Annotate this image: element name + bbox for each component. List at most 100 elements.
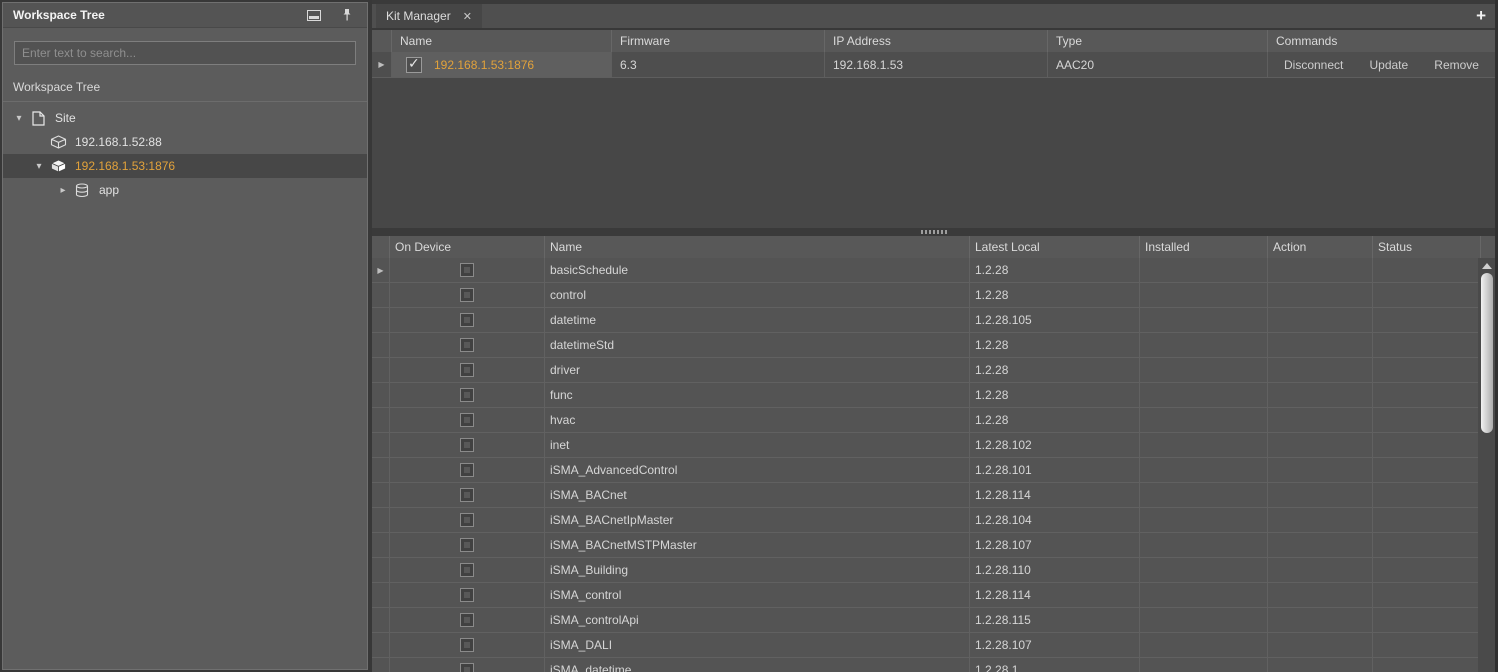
on-device-checkbox[interactable] — [460, 438, 474, 452]
device-row[interactable]: ▶ ✓ 192.168.1.53:1876 6.3 192.168.1.53 A… — [372, 52, 1495, 78]
scrollbar-thumb[interactable] — [1481, 273, 1493, 433]
kit-table-row[interactable]: iSMA_BACnetIpMaster 1.2.28.104 — [372, 508, 1480, 533]
pin-icon[interactable] — [341, 8, 353, 22]
tree-item-device-53[interactable]: ▾ 192.168.1.53:1876 — [3, 154, 367, 178]
col-installed[interactable]: Installed — [1140, 236, 1268, 258]
kit-latest-local: 1.2.28 — [970, 408, 1140, 432]
kit-table-row[interactable]: ▶ basicSchedule 1.2.28 — [372, 258, 1480, 283]
chevron-right-icon[interactable]: ▸ — [55, 185, 71, 196]
kit-action — [1268, 583, 1373, 607]
col-on-device[interactable]: On Device — [390, 236, 545, 258]
kit-status — [1373, 408, 1481, 432]
kit-table-row[interactable]: iSMA_AdvancedControl 1.2.28.101 — [372, 458, 1480, 483]
kit-installed — [1140, 533, 1268, 557]
on-device-checkbox[interactable] — [460, 563, 474, 577]
on-device-checkbox[interactable] — [460, 288, 474, 302]
on-device-checkbox[interactable] — [460, 313, 474, 327]
kit-table-row[interactable]: iSMA_datetime 1.2.28.1 — [372, 658, 1480, 672]
kit-table-row[interactable]: func 1.2.28 — [372, 383, 1480, 408]
kit-name: basicSchedule — [545, 258, 970, 282]
on-device-checkbox[interactable] — [460, 613, 474, 627]
kit-name: hvac — [545, 408, 970, 432]
search-input[interactable] — [14, 41, 356, 65]
on-device-cell — [390, 258, 545, 282]
row-indicator-cell: ▶ — [372, 258, 390, 282]
kit-table-row[interactable]: datetime 1.2.28.105 — [372, 308, 1480, 333]
on-device-checkbox[interactable] — [460, 663, 474, 672]
kit-table-row[interactable]: iSMA_controlApi 1.2.28.115 — [372, 608, 1480, 633]
vertical-scrollbar[interactable] — [1478, 258, 1495, 672]
col-firmware[interactable]: Firmware — [612, 30, 825, 52]
kit-installed — [1140, 658, 1268, 672]
kit-installed — [1140, 408, 1268, 432]
check-icon: ✓ — [408, 55, 420, 72]
kit-latest-local: 1.2.28.114 — [970, 583, 1140, 607]
disconnect-button[interactable]: Disconnect — [1284, 58, 1343, 72]
chevron-down-icon[interactable]: ▾ — [31, 161, 47, 172]
col-commands[interactable]: Commands — [1268, 30, 1495, 52]
tree-item-label: Site — [55, 111, 76, 125]
tree-item-site[interactable]: ▾ Site — [3, 106, 367, 130]
close-icon[interactable]: ✕ — [463, 10, 472, 23]
on-device-cell — [390, 458, 545, 482]
device-checkbox[interactable]: ✓ — [406, 57, 422, 73]
kit-table-row[interactable]: iSMA_Building 1.2.28.110 — [372, 558, 1480, 583]
device-box-connected-icon — [47, 159, 69, 173]
on-device-checkbox[interactable] — [460, 263, 474, 277]
kit-table-row[interactable]: datetimeStd 1.2.28 — [372, 333, 1480, 358]
row-indicator-cell — [372, 608, 390, 632]
on-device-checkbox[interactable] — [460, 413, 474, 427]
kit-status — [1373, 308, 1481, 332]
kit-table-row[interactable]: inet 1.2.28.102 — [372, 433, 1480, 458]
kit-status — [1373, 558, 1481, 582]
device-type: AAC20 — [1048, 52, 1268, 77]
on-device-checkbox[interactable] — [460, 338, 474, 352]
on-device-checkbox[interactable] — [460, 363, 474, 377]
col-kit-name[interactable]: Name — [545, 236, 970, 258]
kit-table-row[interactable]: driver 1.2.28 — [372, 358, 1480, 383]
col-latest-local[interactable]: Latest Local — [970, 236, 1140, 258]
on-device-checkbox[interactable] — [460, 488, 474, 502]
remove-button[interactable]: Remove — [1434, 58, 1479, 72]
kit-latest-local: 1.2.28.110 — [970, 558, 1140, 582]
kit-table-row[interactable]: iSMA_BACnetMSTPMaster 1.2.28.107 — [372, 533, 1480, 558]
tab-kit-manager[interactable]: Kit Manager ✕ — [376, 4, 482, 28]
col-ip-address[interactable]: IP Address — [825, 30, 1048, 52]
tree-item-app[interactable]: ▸ app — [3, 178, 367, 202]
pane-splitter[interactable] — [372, 228, 1495, 236]
kit-name: iSMA_control — [545, 583, 970, 607]
on-device-checkbox[interactable] — [460, 463, 474, 477]
scroll-up-icon[interactable] — [1482, 263, 1492, 269]
kit-action — [1268, 433, 1373, 457]
on-device-checkbox[interactable] — [460, 388, 474, 402]
kit-action — [1268, 483, 1373, 507]
kit-table-row[interactable]: iSMA_control 1.2.28.114 — [372, 583, 1480, 608]
kit-table-row[interactable]: iSMA_DALI 1.2.28.107 — [372, 633, 1480, 658]
on-device-checkbox[interactable] — [460, 538, 474, 552]
update-button[interactable]: Update — [1369, 58, 1408, 72]
kit-latest-local: 1.2.28 — [970, 383, 1140, 407]
on-device-checkbox[interactable] — [460, 588, 474, 602]
kit-table-row[interactable]: hvac 1.2.28 — [372, 408, 1480, 433]
chevron-down-icon[interactable]: ▾ — [11, 113, 27, 124]
col-name[interactable]: Name — [392, 30, 612, 52]
col-status[interactable]: Status — [1373, 236, 1481, 258]
document-icon — [27, 111, 49, 126]
kit-table-row[interactable]: control 1.2.28 — [372, 283, 1480, 308]
on-device-cell — [390, 658, 545, 672]
on-device-checkbox[interactable] — [460, 513, 474, 527]
header-spacer — [372, 236, 390, 258]
col-type[interactable]: Type — [1048, 30, 1268, 52]
kit-table-row[interactable]: iSMA_BACnet 1.2.28.114 — [372, 483, 1480, 508]
col-action[interactable]: Action — [1268, 236, 1373, 258]
kit-installed — [1140, 308, 1268, 332]
on-device-cell — [390, 283, 545, 307]
kit-installed — [1140, 458, 1268, 482]
kit-status — [1373, 358, 1481, 382]
window-restore-icon[interactable] — [307, 10, 321, 21]
on-device-checkbox[interactable] — [460, 638, 474, 652]
kit-action — [1268, 308, 1373, 332]
add-tab-button[interactable]: + — [1476, 5, 1486, 27]
device-name-cell[interactable]: ✓ 192.168.1.53:1876 — [392, 52, 612, 77]
tree-item-device-52[interactable]: 192.168.1.52:88 — [3, 130, 367, 154]
